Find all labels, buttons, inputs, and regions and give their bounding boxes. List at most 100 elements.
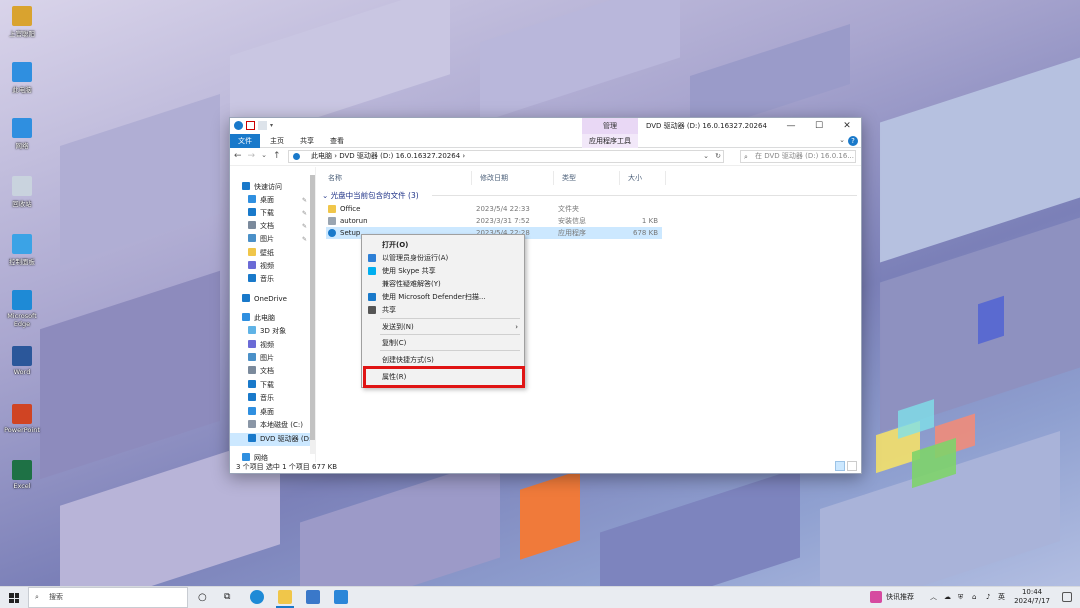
start-button[interactable] (9, 593, 19, 603)
search-input[interactable]: ⌕ 在 DVD 驱动器 (D:) 16.0.16... (740, 150, 856, 163)
store-taskbar-icon[interactable] (306, 590, 320, 604)
nav-item-label: 桌面 (260, 408, 274, 416)
pin-icon[interactable]: ✎ (302, 220, 307, 233)
back-arrow-icon[interactable]: ← (234, 151, 242, 161)
desktop-icon[interactable]: Microsoft Edge (2, 290, 42, 328)
ribbon-tab-share[interactable]: 共享 (294, 134, 320, 148)
ribbon-tab-view[interactable]: 查看 (324, 134, 350, 148)
mail-taskbar-icon[interactable] (334, 590, 348, 604)
nav-item[interactable]: 下载 ✎ (230, 207, 310, 220)
context-menu-item-label: 使用 Skype 共享 (382, 267, 436, 275)
context-menu-item[interactable]: 使用 Skype 共享 (362, 265, 524, 277)
taskbar: ⌕ 搜索 ○ ⧉ 快讯推荐 ︿ ☁ ⛨ ⌂ ♪ 英 10:44 2024/7/1… (0, 586, 1080, 608)
address-history-chevron-icon[interactable]: ⌄ (703, 151, 709, 162)
nav-item[interactable]: 图片 (230, 352, 310, 365)
nav-item[interactable]: DVD 驱动器 (D: (230, 433, 311, 446)
nav-item[interactable]: 文档 (230, 365, 310, 378)
context-menu-item[interactable]: 复制(C) (362, 337, 524, 349)
minimize-button[interactable]: — (777, 118, 805, 134)
nav-item[interactable]: 视频 (230, 339, 310, 352)
context-menu-item[interactable]: 共享 (362, 304, 524, 316)
cortana-icon[interactable]: ○ (198, 587, 207, 608)
ribbon-context-tab-manage[interactable]: 管理 (582, 118, 638, 134)
nav-scrollbar-thumb[interactable] (310, 175, 315, 440)
nav-item[interactable]: 壁纸 (230, 247, 310, 260)
context-menu-item-label: 创建快捷方式(S) (382, 356, 434, 364)
context-menu-item[interactable]: 兼容性疑难解答(Y) (362, 278, 524, 290)
maximize-button[interactable]: ☐ (805, 118, 833, 134)
context-menu-item[interactable]: 以管理员身份运行(A) (362, 252, 524, 264)
large-icons-view-button[interactable] (847, 461, 857, 471)
forward-arrow-icon[interactable]: → (248, 151, 256, 161)
task-view-icon[interactable]: ⧉ (224, 587, 230, 608)
nav-buttons: ← → ⌄ ↑ (234, 151, 281, 161)
context-menu-item[interactable]: 使用 Microsoft Defender扫描... (362, 291, 524, 303)
input-method-indicator[interactable]: 英 (998, 587, 1005, 608)
file-row[interactable]: autorun 2023/3/31 7:52 安装信息 1 KB (326, 215, 662, 227)
column-header-name[interactable]: 名称 (320, 171, 472, 185)
address-bar[interactable]: 此电脑 › DVD 驱动器 (D:) 16.0.16327.20264 › ⌄ … (288, 150, 724, 163)
nav-item[interactable]: 桌面 ✎ (230, 194, 310, 207)
news-icon[interactable] (870, 591, 882, 603)
desktop-icon[interactable]: Excel (2, 460, 42, 490)
nav-scrollbar[interactable] (310, 175, 315, 454)
desktop-icon[interactable]: Word (2, 346, 42, 376)
security-tray-icon[interactable]: ⛨ (958, 587, 963, 608)
pin-icon[interactable]: ✎ (302, 207, 307, 220)
nav-item[interactable]: 3D 对象 (230, 325, 310, 338)
help-icon[interactable]: ? (848, 136, 858, 146)
nav-item[interactable]: 文档 ✎ (230, 220, 310, 233)
nav-item[interactable]: 图片 ✎ (230, 233, 310, 246)
group-header[interactable]: ⌄ 光盘中当前包含的文件 (3) (322, 190, 419, 201)
nav-item[interactable]: 此电脑 (230, 312, 310, 325)
nav-item[interactable]: 本地磁盘 (C:) (230, 419, 310, 432)
desktop-icon[interactable]: 控制面板 (2, 234, 42, 266)
ribbon-tab-app-tools[interactable]: 应用程序工具 (582, 134, 638, 148)
context-menu-item[interactable]: 创建快捷方式(S) (362, 354, 524, 366)
file-row[interactable]: Office 2023/5/4 22:33 文件夹 (326, 203, 662, 215)
onedrive-tray-icon[interactable]: ☁ (944, 587, 951, 608)
context-menu-item[interactable]: 发送到(N) › (362, 321, 524, 333)
clock[interactable]: 10:44 2024/7/17 (1014, 588, 1050, 606)
nav-item[interactable]: 快速访问 (230, 181, 310, 194)
refresh-icon[interactable]: ↻ (715, 151, 721, 162)
details-view-button[interactable] (835, 461, 845, 471)
file-explorer-taskbar-icon[interactable] (278, 590, 292, 604)
nav-item[interactable]: 视频 (230, 260, 310, 273)
nav-item[interactable]: 音乐 (230, 392, 310, 405)
pin-icon[interactable]: ✎ (302, 233, 307, 246)
nav-item[interactable]: 桌面 (230, 406, 310, 419)
chevron-down-icon[interactable]: ⌄ (839, 136, 845, 144)
news-widget[interactable]: 快讯推荐 (886, 587, 914, 608)
desktop-icon[interactable]: 上官聪阳 (2, 6, 42, 38)
recent-chevron-icon[interactable]: ⌄ (261, 151, 267, 161)
tray-overflow-chevron-icon[interactable]: ︿ (930, 587, 937, 608)
pin-icon[interactable]: ✎ (302, 194, 307, 207)
properties-icon[interactable] (246, 121, 255, 130)
new-folder-icon[interactable] (258, 121, 267, 130)
notification-center-icon[interactable] (1062, 592, 1072, 602)
up-arrow-icon[interactable]: ↑ (273, 151, 281, 161)
desktop-icon[interactable]: 回收站 (2, 176, 42, 208)
nav-item[interactable]: 音乐 (230, 273, 310, 286)
address-path[interactable]: 此电脑 › DVD 驱动器 (D:) 16.0.16327.20264 › (311, 152, 465, 160)
desktop-icon[interactable]: PowerPoint (2, 404, 42, 434)
close-button[interactable]: ✕ (833, 118, 861, 134)
column-header-type[interactable]: 类型 (554, 171, 620, 185)
ribbon-tab-file[interactable]: 文件 (230, 134, 260, 148)
edge-taskbar-icon[interactable] (250, 590, 264, 604)
context-menu-item-label: 共享 (382, 306, 396, 314)
desktop-icon[interactable]: 网络 (2, 118, 42, 150)
ribbon-tab-home[interactable]: 主页 (264, 134, 290, 148)
nav-item[interactable]: OneDrive (230, 293, 310, 306)
context-menu-item[interactable]: 打开(O) (362, 239, 524, 251)
column-header-date[interactable]: 修改日期 (472, 171, 554, 185)
taskbar-search-input[interactable]: ⌕ 搜索 (28, 587, 188, 608)
customize-toolbar-icon[interactable]: ▾ (270, 121, 276, 130)
desktop-icon[interactable]: 此电脑 (2, 62, 42, 94)
network-tray-icon[interactable]: ⌂ (972, 587, 976, 608)
nav-item[interactable]: 下载 (230, 379, 310, 392)
volume-icon[interactable]: ♪ (986, 587, 990, 608)
file-size: 678 KB (633, 229, 658, 237)
column-header-size[interactable]: 大小 (620, 171, 666, 185)
